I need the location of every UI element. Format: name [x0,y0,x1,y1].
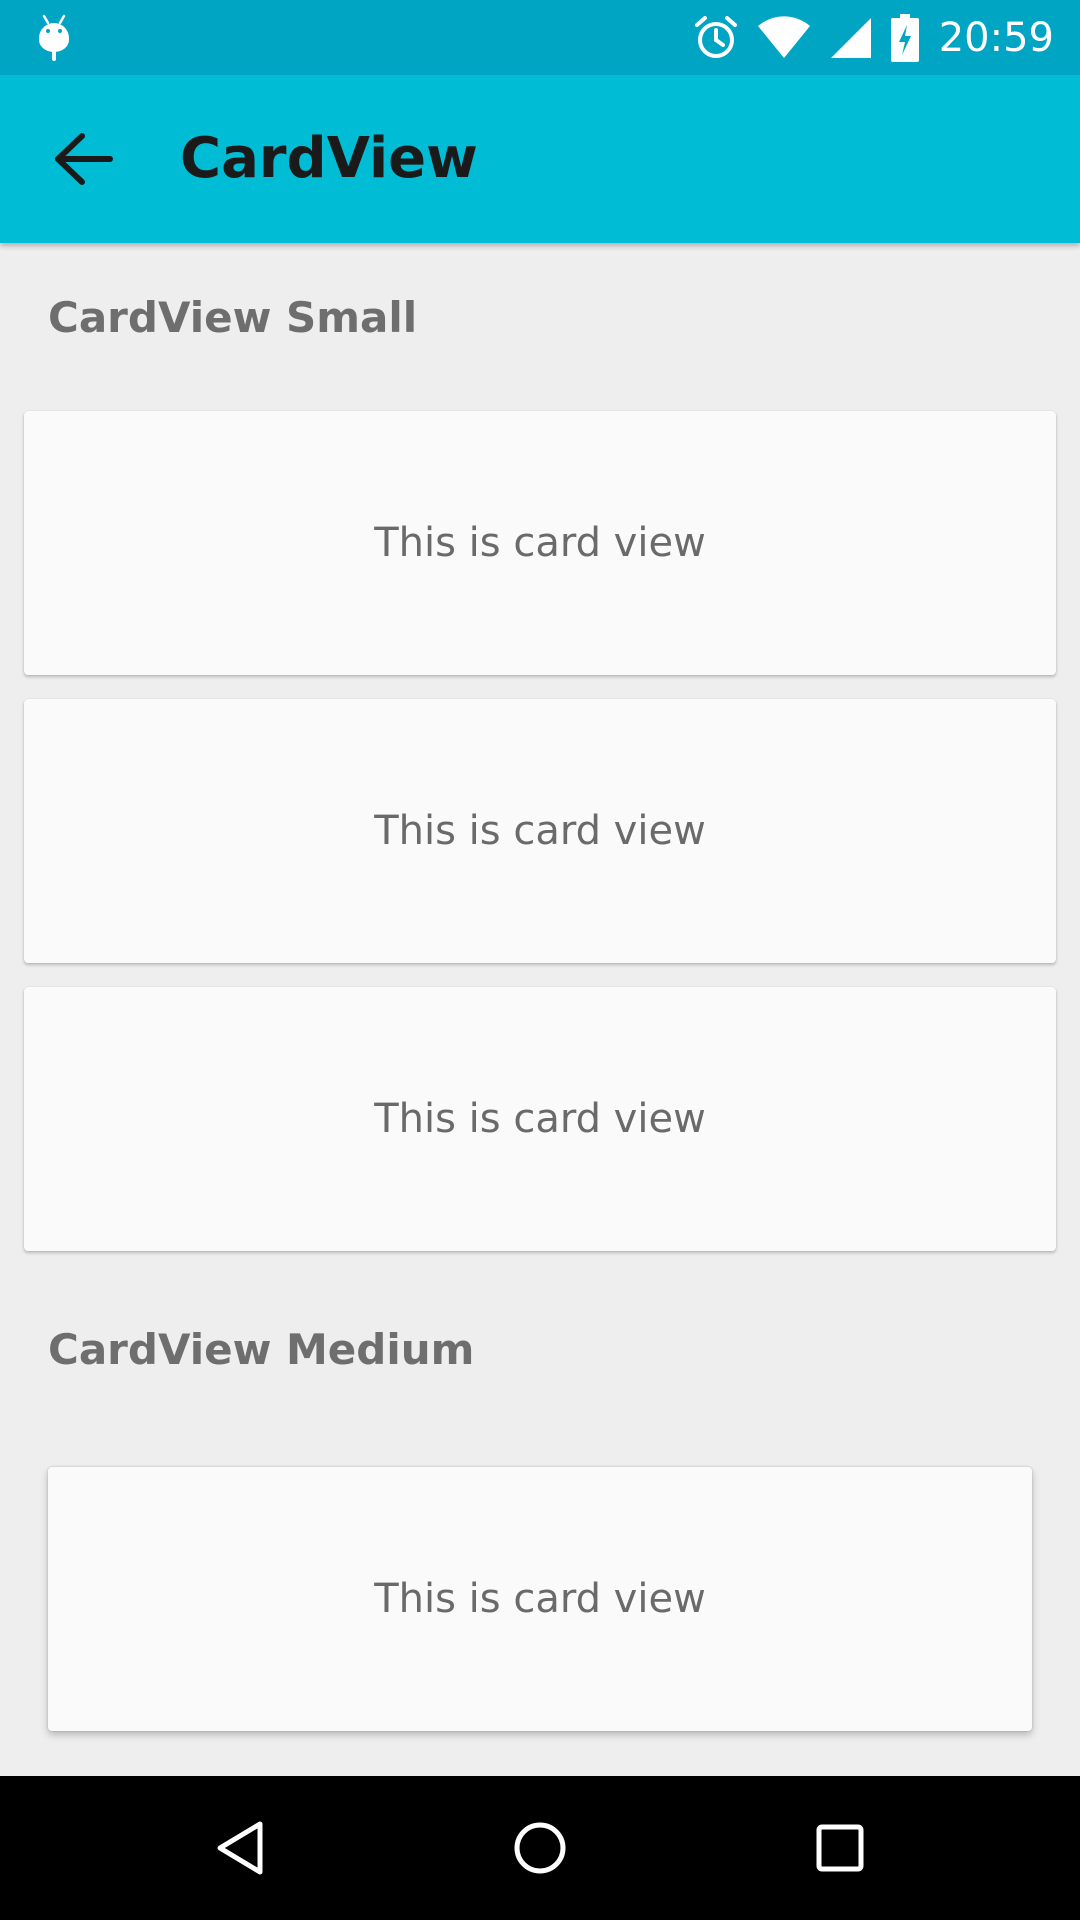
nav-recents-button[interactable] [800,1808,880,1888]
wifi-icon [757,16,810,58]
section-title-small: CardView Small [48,293,418,342]
back-button[interactable] [44,119,124,199]
card-medium-1[interactable]: This is card view [48,1467,1032,1731]
card-small-3[interactable]: This is card view [24,987,1056,1251]
card-text: This is card view [374,1576,706,1622]
card-text: This is card view [374,1096,706,1142]
alarm-icon [694,16,737,58]
card-small-2[interactable]: This is card view [24,699,1056,963]
screen: 20:59 CardView CardView Small This is ca… [0,0,1080,1920]
page-title: CardView [180,126,478,191]
android-icon [39,14,69,61]
card-small-1[interactable]: This is card view [24,411,1056,675]
home-icon [514,1822,566,1874]
status-bar: 20:59 [0,0,1080,75]
navigation-bar [0,1776,1080,1920]
signal-icon [830,18,871,58]
status-time: 20:59 [938,15,1054,61]
battery-charging-icon [890,14,919,62]
content-scroll[interactable]: CardView Small This is card view This is… [0,243,1080,1776]
recents-icon [816,1824,864,1872]
section-title-medium: CardView Medium [48,1325,475,1374]
card-text: This is card view [374,520,706,566]
nav-back-button[interactable] [200,1808,280,1888]
app-bar: CardView [0,75,1080,243]
card-text: This is card view [374,808,706,854]
status-icons: 20:59 [693,10,1054,66]
back-icon [217,1821,263,1875]
nav-home-button[interactable] [500,1808,580,1888]
arrow-back-icon [55,133,113,185]
